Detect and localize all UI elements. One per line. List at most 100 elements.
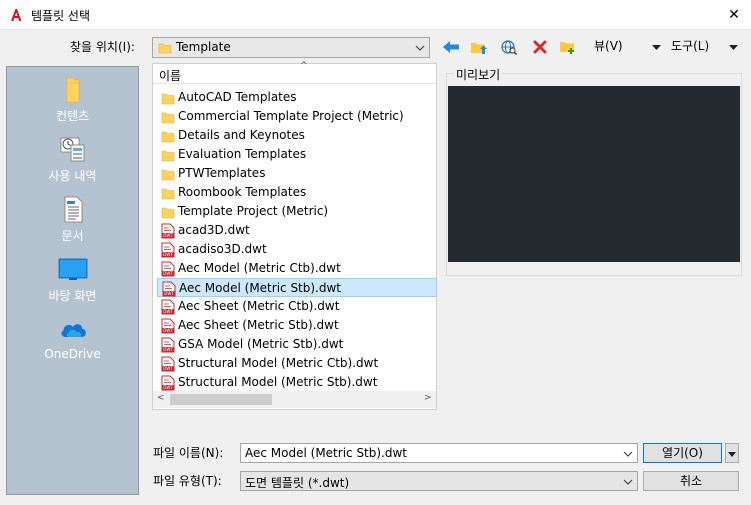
folder-row[interactable]: Roombook Templates [157,183,437,202]
open-button[interactable]: 열기(O) [643,443,722,463]
back-arrow-icon [443,41,459,53]
file-row[interactable]: DWT Structural Model (Metric Stb).dwt [157,373,437,392]
folder-icon [161,185,175,201]
svg-text:DWT: DWT [163,233,173,238]
view-menu-label: 뷰(V) [594,39,623,53]
back-button[interactable] [440,37,462,57]
open-options-button[interactable] [725,443,739,463]
svg-text:DWT: DWT [163,385,173,390]
tools-menu[interactable]: 도구(L) [671,37,709,57]
folder-icon [161,109,175,125]
svg-text:DWT: DWT [163,347,173,352]
place-label: 바탕 화면 [48,289,97,303]
file-row[interactable]: DWT Aec Sheet (Metric Ctb).dwt [157,297,437,316]
dwt-file-icon: DWT [161,242,175,258]
create-new-folder-icon [560,42,574,54]
folder-row[interactable]: Evaluation Templates [157,145,437,164]
place-documents[interactable]: 문서 [7,191,138,247]
dwt-file-icon: DWT [161,356,175,372]
svg-text:DWT: DWT [163,366,173,371]
scrollbar-thumb[interactable] [170,394,272,405]
file-name: Aec Sheet (Metric Ctb).dwt [178,299,340,313]
filetype-dropdown[interactable]: 도면 템플릿 (*.dwt) [240,471,638,491]
place-label: 사용 내역 [48,169,97,183]
file-row[interactable]: DWT Aec Model (Metric Stb).dwt [157,278,437,297]
file-name: acadiso3D.dwt [178,242,267,256]
lookin-label: 찾을 위치(I): [70,40,135,54]
place-contents[interactable]: 컨텐츠 [7,71,138,127]
folder-row[interactable]: Commercial Template Project (Metric) [157,107,437,126]
place-label: 컨텐츠 [55,109,90,123]
search-web-button[interactable] [498,37,520,57]
filename-value: Aec Model (Metric Stb).dwt [245,446,408,460]
delete-icon [533,40,547,54]
folder-icon [66,77,80,103]
svg-text:DWT: DWT [163,271,173,276]
preview-label: 미리보기 [454,66,503,83]
svg-text:DWT: DWT [163,309,173,314]
folder-row[interactable]: Details and Keynotes [157,126,437,145]
file-name: Template Project (Metric) [178,204,329,218]
column-header-name[interactable]: ^ 이름 [153,61,436,84]
cancel-button[interactable]: 취소 [643,471,739,491]
folder-icon [161,128,175,144]
file-row[interactable]: DWT Structural Model (Metric Ctb).dwt [157,354,437,373]
view-dropdown-arrow[interactable] [652,37,661,57]
file-row[interactable]: DWT acadiso3D.dwt [157,240,437,259]
file-name: Aec Model (Metric Stb).dwt [179,281,342,295]
tools-menu-label: 도구(L) [671,39,710,53]
folder-icon [161,204,175,220]
chevron-down-icon [621,475,635,489]
title-bar: 템플릿 선택 ✕ [0,0,751,30]
dwt-file-icon: DWT [161,223,175,239]
folder-row[interactable]: PTWTemplates [157,164,437,183]
dwt-file-icon: DWT [161,299,175,315]
folder-icon [161,147,175,163]
place-history[interactable]: 사용 내역 [7,131,138,187]
folder-row[interactable]: AutoCAD Templates [157,88,437,107]
scroll-left-icon[interactable]: < [157,393,165,403]
folder-icon [161,90,175,106]
close-icon: ✕ [728,7,740,23]
view-menu[interactable]: 뷰(V) [594,37,623,57]
places-sidebar: 컨텐츠 사용 내역 문서 바탕 화면 OneDrive [6,66,139,495]
file-name: Commercial Template Project (Metric) [178,109,404,123]
delete-button[interactable] [529,37,551,57]
up-one-level-button[interactable] [468,37,490,57]
file-row[interactable]: DWT Aec Sheet (Metric Stb).dwt [157,316,437,335]
window-title: 템플릿 선택 [31,9,91,23]
file-name: acad3D.dwt [178,223,250,237]
preview-area [448,86,740,262]
place-desktop[interactable]: 바탕 화면 [7,251,138,307]
create-new-folder-button[interactable] [557,37,579,57]
chevron-down-icon [413,41,427,55]
lookin-value: Template [176,40,231,54]
tools-dropdown-arrow[interactable] [729,37,738,57]
dwt-file-icon: DWT [161,337,175,353]
place-onedrive[interactable]: OneDrive [7,311,138,367]
horizontal-scrollbar[interactable]: < > [153,391,436,408]
file-name: PTWTemplates [178,166,266,180]
documents-icon [64,196,83,223]
chevron-down-icon[interactable] [621,447,635,461]
filetype-value: 도면 템플릿 (*.dwt) [245,476,350,490]
close-button[interactable]: ✕ [717,0,751,30]
dwt-file-icon: DWT [162,281,176,297]
scroll-right-icon[interactable]: > [424,393,432,403]
file-list[interactable]: ^ 이름 AutoCAD Templates Commercial Templat… [152,61,437,410]
svg-text:DWT: DWT [163,328,173,333]
file-name: Aec Sheet (Metric Stb).dwt [178,318,339,332]
dwt-file-icon: DWT [161,318,175,334]
folder-icon [158,43,172,54]
file-row[interactable]: DWT Aec Model (Metric Ctb).dwt [157,259,437,278]
file-name: AutoCAD Templates [178,90,297,104]
file-row[interactable]: DWT acad3D.dwt [157,221,437,240]
sort-ascending-icon: ^ [300,61,308,71]
place-label: OneDrive [44,347,101,361]
file-name: Evaluation Templates [178,147,307,161]
lookin-dropdown[interactable]: Template [152,37,430,58]
file-row[interactable]: DWT GSA Model (Metric Stb).dwt [157,335,437,354]
filename-input[interactable]: Aec Model (Metric Stb).dwt [240,443,638,463]
folder-row[interactable]: Template Project (Metric) [157,202,437,221]
search-web-icon [501,40,517,55]
